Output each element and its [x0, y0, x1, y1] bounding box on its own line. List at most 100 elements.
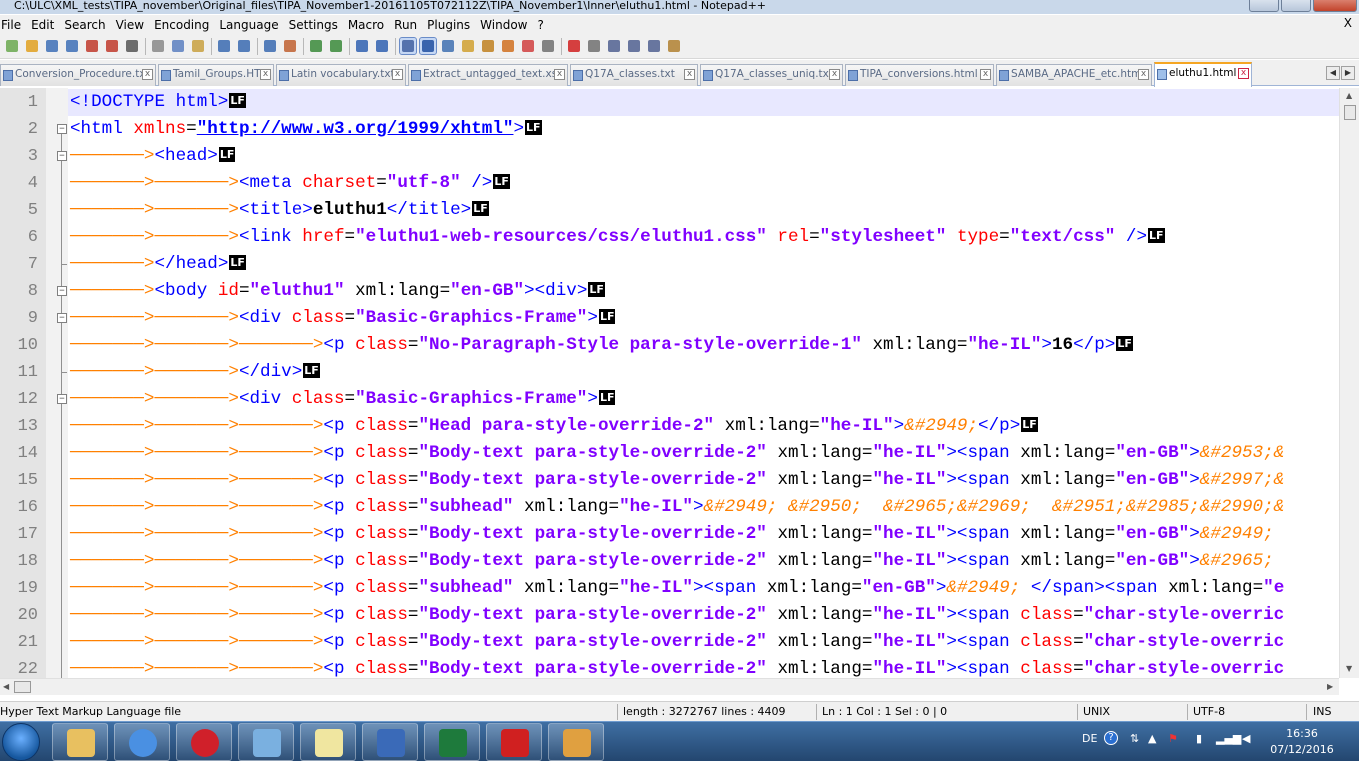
status-insert-mode[interactable]: INS — [1313, 705, 1331, 718]
show-all-characters-icon[interactable] — [419, 37, 437, 55]
code-line[interactable]: 19 ───────>───────>───────><p class="subh… — [0, 575, 1339, 602]
replace-icon[interactable] — [282, 38, 298, 54]
menu-encoding[interactable]: Encoding — [149, 18, 214, 32]
status-eol[interactable]: UNIX — [1083, 705, 1110, 718]
scroll-left-icon[interactable]: ◀ — [3, 682, 9, 691]
battery-icon[interactable]: ▮ — [1196, 732, 1202, 745]
tab-q17a-classes-uniq-txt[interactable]: Q17A_classes_uniq.txt x — [700, 64, 843, 86]
zoom-in-icon[interactable] — [308, 38, 324, 54]
close-tab-icon[interactable]: x — [1138, 69, 1149, 80]
code-line[interactable]: 12 − ───────>───────><div class="Basic-Gra… — [0, 386, 1339, 413]
close-all-icon[interactable] — [104, 38, 120, 54]
indent-guide-icon[interactable] — [440, 38, 456, 54]
tab-conversion-procedure-txt[interactable]: Conversion_Procedure.txt x — [0, 64, 156, 86]
tab-latin-vocabulary-txt[interactable]: Latin vocabulary.txt x — [276, 64, 406, 86]
tab-q17a-classes-txt[interactable]: Q17A_classes.txt x — [570, 64, 698, 86]
undo-icon[interactable] — [216, 38, 232, 54]
chrome-taskbar-button[interactable] — [114, 723, 170, 761]
thunderbird-taskbar-button[interactable] — [362, 723, 418, 761]
fold-toggle-icon[interactable]: − — [57, 124, 67, 134]
menu-window[interactable]: Window — [475, 18, 532, 32]
menu-run[interactable]: Run — [389, 18, 422, 32]
word-wrap-icon[interactable] — [399, 37, 417, 55]
show-hidden-icons-icon[interactable]: ▲ — [1148, 732, 1156, 745]
doc-map-icon[interactable] — [480, 38, 496, 54]
status-encoding[interactable]: UTF-8 — [1193, 705, 1225, 718]
close-document-button[interactable]: X — [1344, 16, 1352, 30]
tab-tipa-conversions-html[interactable]: TIPA_conversions.html x — [845, 64, 994, 86]
fold-toggle-icon[interactable]: − — [57, 151, 67, 161]
menu-help[interactable]: ? — [532, 18, 548, 32]
find-icon[interactable] — [262, 38, 278, 54]
code-line[interactable]: 1 <!DOCTYPE html> LF — [0, 89, 1339, 116]
folder-workspace-icon[interactable] — [520, 38, 536, 54]
code-line[interactable]: 17 ───────>───────>───────><p class="Body… — [0, 521, 1339, 548]
foxit-taskbar-button[interactable] — [486, 723, 542, 761]
close-tab-icon[interactable]: x — [980, 69, 991, 80]
redo-icon[interactable] — [236, 38, 252, 54]
close-tab-icon[interactable]: x — [142, 69, 153, 80]
network-icon[interactable]: ⇅ — [1130, 732, 1139, 745]
code-line[interactable]: 8 − ───────><body id="eluthu1" xml:lang="e… — [0, 278, 1339, 305]
menu-search[interactable]: Search — [59, 18, 110, 32]
horizontal-scroll-thumb[interactable] — [14, 681, 31, 693]
fold-toggle-icon[interactable]: − — [57, 286, 67, 296]
close-tab-icon[interactable]: x — [829, 69, 840, 80]
code-line[interactable]: 21 ───────>───────>───────><p class="Body… — [0, 629, 1339, 656]
run-macro-multiple-icon[interactable] — [626, 38, 642, 54]
code-line[interactable]: 14 ───────>───────>───────><p class="Body… — [0, 440, 1339, 467]
tab-scroll-left-icon[interactable]: ◀ — [1326, 66, 1340, 80]
help-icon[interactable]: ? — [1104, 731, 1118, 745]
maximize-button[interactable] — [1281, 0, 1311, 12]
notepadpp-taskbar-button[interactable] — [300, 723, 356, 761]
menu-plugins[interactable]: Plugins — [422, 18, 475, 32]
fold-toggle-icon[interactable]: − — [57, 394, 67, 404]
close-tab-icon[interactable]: x — [554, 69, 565, 80]
code-line[interactable]: 10 ───────>───────>───────><p class="No-P… — [0, 332, 1339, 359]
save-macro-icon[interactable] — [646, 38, 662, 54]
menu-view[interactable]: View — [111, 18, 149, 32]
tab-scroll-right-icon[interactable]: ▶ — [1341, 66, 1355, 80]
language-indicator[interactable]: DE — [1082, 732, 1097, 745]
close-tab-icon[interactable]: x — [392, 69, 403, 80]
scroll-up-icon[interactable]: ▲ — [1346, 91, 1352, 100]
code-line[interactable]: 16 ───────>───────>───────><p class="subh… — [0, 494, 1339, 521]
tab-tamil-groups-htm[interactable]: Tamil_Groups.HTM x — [158, 64, 274, 86]
menu-macro[interactable]: Macro — [343, 18, 389, 32]
close-tab-icon[interactable]: x — [684, 69, 695, 80]
vertical-scroll-thumb[interactable] — [1344, 105, 1356, 120]
close-tab-icon[interactable]: x — [260, 69, 271, 80]
start-button[interactable] — [2, 723, 40, 761]
menu-file[interactable]: File — [0, 18, 26, 32]
user-language-icon[interactable] — [460, 38, 476, 54]
action-center-icon[interactable]: ⚑ — [1168, 732, 1178, 745]
open-file-icon[interactable] — [24, 38, 40, 54]
excel-taskbar-button[interactable] — [424, 723, 480, 761]
editor[interactable]: 1 <!DOCTYPE html> LF 2− <html xmlns="http://… — [0, 88, 1339, 678]
sync-vertical-icon[interactable] — [354, 38, 370, 54]
code-line[interactable]: 20 ───────>───────>───────><p class="Body… — [0, 602, 1339, 629]
tab-eluthu1-html[interactable]: eluthu1.html x — [1154, 62, 1252, 87]
zoom-out-icon[interactable] — [328, 38, 344, 54]
record-macro-icon[interactable] — [566, 38, 582, 54]
volume-icon[interactable]: ◀ — [1242, 732, 1250, 745]
code-line[interactable]: 18 ───────>───────>───────><p class="Body… — [0, 548, 1339, 575]
paste-icon[interactable] — [190, 38, 206, 54]
minimize-button[interactable] — [1249, 0, 1279, 12]
signal-icon[interactable]: ▂▄▆ — [1216, 732, 1241, 745]
fold-toggle-icon[interactable]: − — [57, 313, 67, 323]
tab-extract-untagged-text-xslt[interactable]: Extract_untagged_text.xslt x — [408, 64, 568, 86]
horizontal-scrollbar[interactable]: ◀ ▶ — [0, 678, 1339, 695]
scroll-right-icon[interactable]: ▶ — [1327, 682, 1333, 691]
paint-taskbar-button[interactable] — [548, 723, 604, 761]
sync-horizontal-icon[interactable] — [374, 38, 390, 54]
code-line[interactable]: 22 ───────>───────>───────><p class="Body… — [0, 656, 1339, 678]
vertical-scrollbar[interactable]: ▲ ▼ — [1339, 88, 1359, 678]
explorer-taskbar-button[interactable] — [52, 723, 108, 761]
plugin-icon[interactable] — [666, 38, 682, 54]
play-macro-icon[interactable] — [606, 38, 622, 54]
cut-icon[interactable] — [150, 38, 166, 54]
save-all-icon[interactable] — [64, 38, 80, 54]
scroll-down-icon[interactable]: ▼ — [1346, 664, 1352, 673]
code-line[interactable]: 13 ───────>───────>───────><p class="Head… — [0, 413, 1339, 440]
